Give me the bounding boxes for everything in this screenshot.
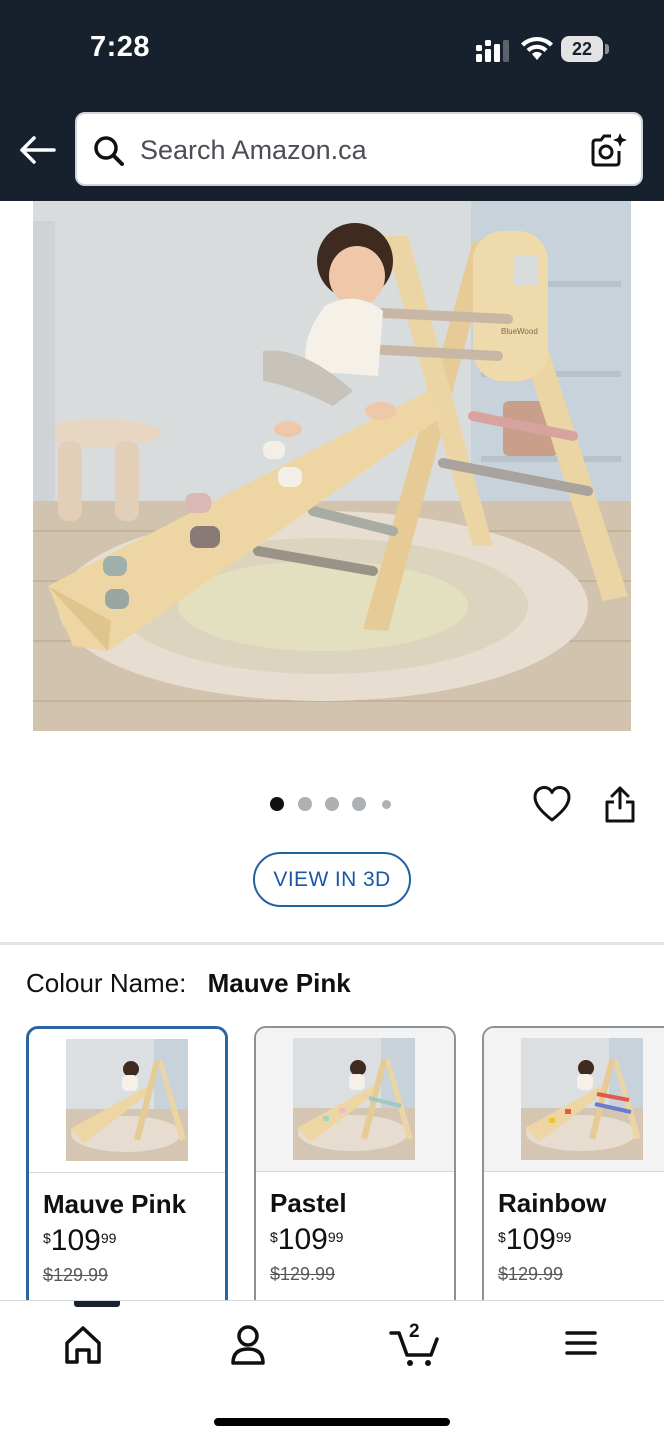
colour-swatch-pastel[interactable]: Pastel $10999 $129.99 bbox=[254, 1026, 456, 1326]
swatch-thumbnail bbox=[521, 1038, 643, 1160]
price-fraction: 99 bbox=[100, 1230, 117, 1246]
swatch-thumb-area bbox=[29, 1029, 225, 1173]
swatch-price: $10999 bbox=[270, 1223, 343, 1257]
swatch-list-price: $129.99 bbox=[270, 1264, 336, 1284]
swatch-name: Mauve Pink bbox=[43, 1189, 187, 1219]
product-photo: BlueWood bbox=[33, 201, 631, 731]
swatch-list-price: $129.99 bbox=[498, 1264, 564, 1284]
product-page: 7:28 22 Search Amazon.ca BlueWood VIEW I… bbox=[0, 0, 664, 1440]
swatch-name: Pastel bbox=[270, 1188, 347, 1218]
view-in-3d-button[interactable]: VIEW IN 3D bbox=[253, 852, 411, 907]
price-whole: 109 bbox=[50, 1224, 101, 1257]
swatch-thumb-area bbox=[256, 1028, 454, 1172]
back-arrow-icon[interactable] bbox=[16, 130, 60, 170]
pager-dot-3[interactable] bbox=[325, 797, 339, 811]
pager-dot-5[interactable] bbox=[382, 800, 391, 809]
product-image[interactable]: BlueWood bbox=[33, 201, 631, 731]
account-icon[interactable] bbox=[218, 1323, 278, 1367]
colour-swatch-rainbow[interactable]: Rainbow $10999 $129.99 bbox=[482, 1026, 664, 1326]
cart-count: 2 bbox=[409, 1321, 420, 1342]
swatch-thumb-area bbox=[484, 1028, 664, 1172]
price-whole: 109 bbox=[277, 1223, 328, 1256]
swatch-price: $10999 bbox=[43, 1224, 116, 1258]
colour-label: Colour Name: bbox=[26, 968, 187, 998]
price-whole: 109 bbox=[505, 1223, 556, 1256]
swatch-price: $10999 bbox=[498, 1223, 571, 1257]
price-fraction: 99 bbox=[555, 1229, 572, 1245]
pager-dot-1[interactable] bbox=[270, 797, 284, 811]
price-currency: $ bbox=[43, 1230, 51, 1246]
swatch-thumbnail bbox=[66, 1039, 188, 1161]
home-icon[interactable] bbox=[53, 1323, 113, 1367]
price-fraction: 99 bbox=[327, 1229, 344, 1245]
swatch-list-price: $129.99 bbox=[43, 1265, 109, 1285]
section-divider bbox=[0, 942, 664, 945]
bottom-navigation: 2 bbox=[0, 1300, 664, 1440]
battery-indicator: 22 bbox=[561, 36, 609, 62]
battery-level: 22 bbox=[561, 36, 603, 62]
swatch-name: Rainbow bbox=[498, 1188, 607, 1218]
cellular-signal-icon bbox=[476, 40, 509, 62]
ramp-brand-text: BlueWood bbox=[501, 327, 538, 336]
menu-icon[interactable] bbox=[551, 1323, 611, 1367]
search-bar[interactable]: Search Amazon.ca bbox=[75, 112, 643, 186]
colour-swatch-mauve-pink[interactable]: Mauve Pink $10999 $129.99 bbox=[26, 1026, 228, 1326]
pager-dot-4[interactable] bbox=[352, 797, 366, 811]
wifi-icon bbox=[521, 37, 553, 60]
share-icon[interactable] bbox=[601, 784, 639, 824]
status-time: 7:28 bbox=[90, 31, 151, 63]
home-indicator-bar bbox=[214, 1418, 450, 1426]
cart-button[interactable]: 2 bbox=[385, 1321, 445, 1367]
search-icon bbox=[94, 136, 124, 166]
colour-name-row: Colour Name: Mauve Pink bbox=[26, 968, 351, 999]
pager-dot-2[interactable] bbox=[298, 797, 312, 811]
heart-icon[interactable] bbox=[532, 785, 572, 823]
swatch-thumbnail bbox=[293, 1038, 415, 1160]
camera-search-icon[interactable] bbox=[589, 131, 627, 169]
colour-selected-value: Mauve Pink bbox=[207, 968, 351, 998]
active-tab-indicator bbox=[74, 1301, 120, 1307]
app-header: 7:28 22 Search Amazon.ca bbox=[0, 0, 664, 201]
price-currency: $ bbox=[498, 1229, 506, 1245]
price-currency: $ bbox=[270, 1229, 278, 1245]
search-input[interactable]: Search Amazon.ca bbox=[140, 135, 367, 166]
battery-cap bbox=[605, 44, 609, 54]
